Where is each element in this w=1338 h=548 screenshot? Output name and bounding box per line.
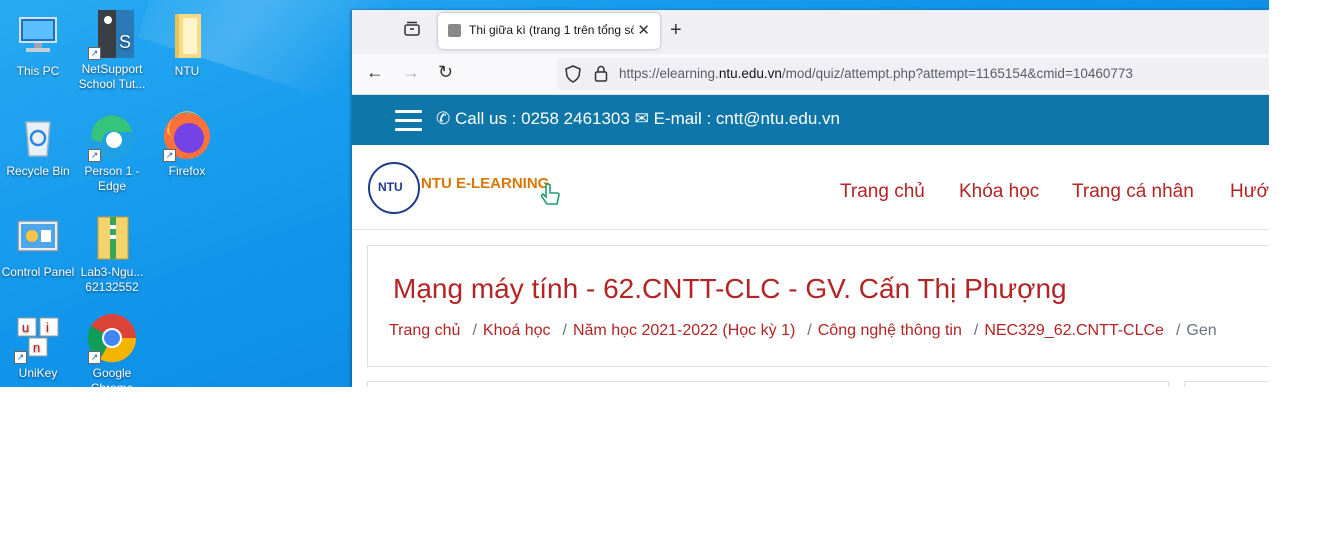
nav-guide[interactable]: Hướ [1230, 181, 1269, 203]
url-path: /mod/quiz/attempt.php?attempt=1165154&cm… [781, 66, 1133, 81]
desktop-icon-label: Control Panel [1, 265, 75, 279]
desktop-icon-label: Lab3-Ngu... 62132552 [80, 265, 144, 294]
nav-bar: ← → ↻ https://elearning.ntu.edu.vn/mod/q… [352, 54, 1269, 95]
hand-cursor-icon [538, 182, 564, 213]
desktop-icon-control-panel[interactable]: Control Panel [0, 211, 76, 280]
reload-icon[interactable]: ↻ [438, 62, 453, 83]
course-header-box: Mạng máy tính - 62.CNTT-CLC - GV. Cấn Th… [367, 245, 1269, 367]
desktop-icon-lab3[interactable]: Lab3-Ngu... 62132552 [74, 211, 150, 295]
recycle-bin-icon [12, 110, 64, 162]
shortcut-arrow-icon: ↗ [88, 149, 101, 162]
ntu-logo-mark: NTU [368, 162, 420, 214]
breadcrumb-year[interactable]: Năm học 2021-2022 (Học kỳ 1) [573, 322, 795, 339]
svg-text:S: S [119, 32, 131, 52]
svg-text:n: n [33, 340, 40, 355]
tab-title: Thi giữa kì (trang 1 trên tổng số [469, 23, 634, 37]
url-prefix: https://elearning. [619, 66, 719, 81]
tab-favicon-icon [448, 24, 461, 37]
contact-phone: Call us : 0258 2461303 [454, 109, 630, 128]
desktop-icon-recycle-bin[interactable]: Recycle Bin [0, 110, 76, 179]
lock-icon[interactable] [594, 65, 608, 87]
tab-list-icon[interactable] [400, 20, 424, 44]
phone-icon: ✆ [436, 109, 451, 128]
breadcrumb: Trang chủ / Khoá học / Năm học 2021-2022 (Họ… [389, 322, 1217, 339]
tab-close-icon[interactable]: ✕ [637, 21, 650, 39]
desktop-icon-unikey[interactable]: u in ↗ UniKey [0, 312, 76, 381]
tab-bar: Thi giữa kì (trang 1 trên tổng số ✕ + [352, 10, 1269, 54]
nav-home[interactable]: Trang chủ [840, 181, 925, 203]
nav-courses[interactable]: Khóa học [959, 181, 1039, 203]
desktop-icon-netsupport[interactable]: S ↗ NetSupport School Tut... [74, 8, 150, 92]
brand-name: NTU E-LEARNING [421, 175, 550, 192]
contact-bar: ✆ Call us : 0258 2461303 ✉ E-mail : cntt… [352, 95, 1269, 145]
forward-icon[interactable]: → [402, 62, 420, 83]
desktop-icon-chrome[interactable]: ↗ Google Chrome [74, 312, 150, 387]
desktop-icon-edge[interactable]: ↗ Person 1 - Edge [74, 110, 150, 194]
contact-email: E-mail : cntt@ntu.edu.vn [653, 109, 840, 128]
desktop-icon-firefox[interactable]: ↗ Firefox [149, 110, 225, 179]
envelope-icon: ✉ [634, 109, 649, 128]
desktop-icon-label: UniKey [18, 366, 58, 380]
desktop-icon-label: Recycle Bin [6, 164, 70, 178]
shortcut-arrow-icon: ↗ [88, 47, 101, 60]
folder-icon [161, 10, 213, 62]
desktop: This PC Recycle Bin Control Panel u in ↗ … [0, 0, 1269, 387]
web-page: ✆ Call us : 0258 2461303 ✉ E-mail : cntt… [352, 95, 1269, 387]
quiz-navigation-box [1184, 381, 1269, 387]
netsupport-icon: S ↗ [86, 8, 138, 60]
desktop-icon-label: NTU [174, 64, 200, 78]
desktop-icon-ntu[interactable]: NTU [149, 10, 225, 79]
browser-window: Thi giữa kì (trang 1 trên tổng số ✕ + ← … [352, 10, 1269, 387]
shortcut-arrow-icon: ↗ [163, 149, 176, 162]
url-bar[interactable]: https://elearning.ntu.edu.vn/mod/quiz/at… [557, 58, 1269, 90]
desktop-icon-this-pc[interactable]: This PC [0, 10, 76, 79]
logo-mark-text: NTU [378, 180, 403, 194]
site-header: NTU NTU E-LEARNING Trang chủ Khóa học Tr… [352, 145, 1269, 230]
back-icon[interactable]: ← [366, 62, 384, 83]
svg-text:i: i [46, 320, 49, 335]
edge-icon: ↗ [86, 110, 138, 162]
unikey-icon: u in ↗ [12, 312, 64, 364]
contact-info: ✆ Call us : 0258 2461303 ✉ E-mail : cntt… [436, 109, 840, 129]
desktop-icon-label: Firefox [168, 164, 206, 178]
breadcrumb-section[interactable]: Gen [1186, 322, 1216, 339]
chrome-icon: ↗ [86, 312, 138, 364]
desktop-icon-label: NetSupport School Tut... [78, 62, 146, 91]
breadcrumb-home[interactable]: Trang chủ [389, 322, 460, 339]
breadcrumb-courses[interactable]: Khoá học [483, 322, 551, 339]
new-tab-icon[interactable]: + [670, 19, 682, 42]
breadcrumb-department[interactable]: Công nghệ thông tin [818, 322, 962, 339]
shield-icon[interactable] [565, 65, 581, 88]
quiz-content-box [367, 381, 1169, 387]
zip-folder-icon [86, 211, 138, 263]
nav-profile[interactable]: Trang cá nhân [1072, 181, 1194, 203]
desktop-icon-label: Person 1 - Edge [84, 164, 140, 193]
shortcut-arrow-icon: ↗ [14, 351, 27, 364]
hamburger-menu-icon[interactable] [395, 110, 422, 137]
desktop-icon-label: Google Chrome [91, 366, 134, 387]
svg-text:u: u [22, 320, 29, 335]
computer-icon [12, 10, 64, 62]
course-title: Mạng máy tính - 62.CNTT-CLC - GV. Cấn Th… [393, 273, 1067, 304]
firefox-icon: ↗ [161, 110, 213, 162]
shortcut-arrow-icon: ↗ [88, 351, 101, 364]
url-text: https://elearning.ntu.edu.vn/mod/quiz/at… [619, 66, 1133, 81]
desktop-icon-label: This PC [16, 64, 60, 78]
url-domain: ntu.edu.vn [718, 66, 782, 81]
site-logo[interactable]: NTU NTU E-LEARNING [368, 162, 568, 214]
tab-active[interactable]: Thi giữa kì (trang 1 trên tổng số ✕ [438, 13, 660, 49]
breadcrumb-course[interactable]: NEC329_62.CNTT-CLCe [984, 322, 1164, 339]
control-panel-icon [12, 211, 64, 263]
